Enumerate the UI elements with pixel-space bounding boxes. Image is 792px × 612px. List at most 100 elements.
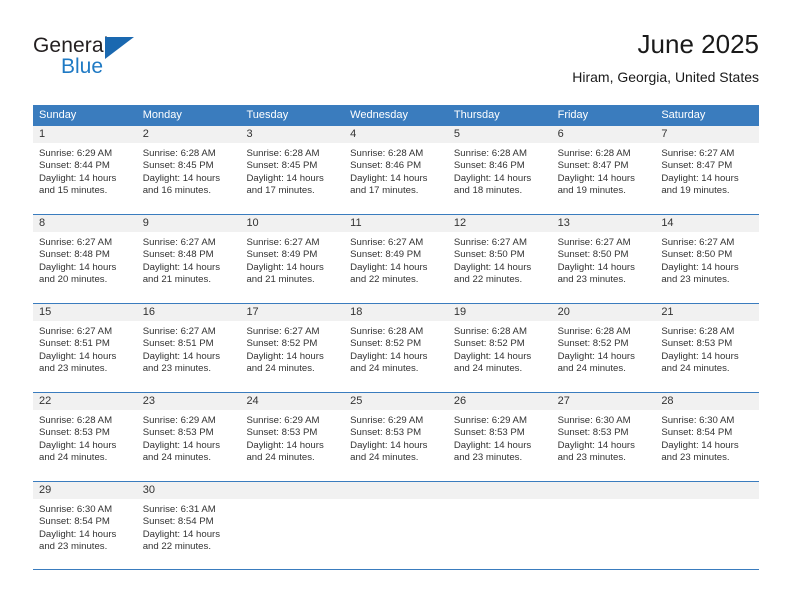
sunrise-text: Sunrise: 6:27 AM	[142, 326, 216, 337]
logo-triangle-icon	[105, 37, 134, 59]
day-cell[interactable]: 1 Sunrise: 6:29 AM Sunset: 8:44 PM Dayli…	[33, 126, 137, 214]
day-cell[interactable]: 23 Sunrise: 6:29 AM Sunset: 8:53 PM Dayl…	[136, 393, 241, 481]
daylight-text-line1: Daylight: 14 hours	[142, 350, 221, 362]
sunrise-text: Sunrise: 6:29 AM	[246, 415, 320, 426]
day-cell[interactable]: 7 Sunrise: 6:27 AM Sunset: 8:47 PM Dayli…	[655, 126, 760, 214]
day-cell[interactable]: 26 Sunrise: 6:29 AM Sunset: 8:53 PM Dayl…	[447, 393, 552, 481]
day-info: Sunrise: 6:27 AM Sunset: 8:52 PM Dayligh…	[240, 322, 344, 376]
day-cell[interactable]: 22 Sunrise: 6:28 AM Sunset: 8:53 PM Dayl…	[33, 393, 137, 481]
day-cell[interactable]: 13 Sunrise: 6:27 AM Sunset: 8:50 PM Dayl…	[551, 215, 656, 303]
daylight-text-line1: Daylight: 14 hours	[142, 528, 221, 540]
day-number-band: 21	[655, 304, 760, 322]
day-cell[interactable]: 28 Sunrise: 6:30 AM Sunset: 8:54 PM Dayl…	[655, 393, 760, 481]
sunrise-text: Sunrise: 6:27 AM	[246, 326, 320, 337]
day-number-band: 29	[33, 482, 137, 500]
day-number-band: 22	[33, 393, 137, 411]
daylight-text-line1: Daylight: 14 hours	[557, 350, 635, 362]
daylight-text-line1: Daylight: 14 hours	[246, 261, 324, 273]
day-number-band: 17	[240, 304, 345, 322]
sunrise-text: Sunrise: 6:27 AM	[39, 237, 113, 248]
daylight-text-line2: and 18 minutes.	[453, 185, 523, 197]
day-number-band: 18	[344, 304, 448, 322]
day-info: Sunrise: 6:31 AM Sunset: 8:54 PM Dayligh…	[137, 500, 241, 554]
daylight-text-line2: and 24 minutes.	[557, 363, 626, 375]
daylight-text-line2: and 17 minutes.	[246, 185, 315, 197]
day-number: 2	[142, 128, 149, 140]
day-cell[interactable]: 29 Sunrise: 6:30 AM Sunset: 8:54 PM Dayl…	[33, 482, 137, 569]
daylight-text-line2: and 24 minutes.	[453, 363, 523, 375]
sunrise-text: Sunrise: 6:28 AM	[557, 148, 631, 159]
day-cell[interactable]: 14 Sunrise: 6:27 AM Sunset: 8:50 PM Dayl…	[655, 215, 760, 303]
day-number-band: 13	[551, 215, 656, 233]
daylight-text-line2: and 22 minutes.	[453, 274, 523, 286]
day-cell[interactable]: 4 Sunrise: 6:28 AM Sunset: 8:46 PM Dayli…	[344, 126, 448, 214]
daylight-text-line1: Daylight: 14 hours	[39, 261, 117, 273]
day-cell[interactable]: 3 Sunrise: 6:28 AM Sunset: 8:45 PM Dayli…	[240, 126, 345, 214]
day-number-band: 11	[344, 215, 448, 233]
day-number: 21	[661, 306, 674, 318]
day-cell[interactable]: 5 Sunrise: 6:28 AM Sunset: 8:46 PM Dayli…	[447, 126, 552, 214]
day-cell[interactable]: 21 Sunrise: 6:28 AM Sunset: 8:53 PM Dayl…	[655, 304, 760, 392]
day-number-band: 5	[447, 126, 552, 144]
daylight-text-line2: and 23 minutes.	[39, 363, 108, 375]
day-number-band	[447, 482, 552, 500]
day-cell[interactable]: 6 Sunrise: 6:28 AM Sunset: 8:47 PM Dayli…	[551, 126, 656, 214]
day-number-band: 28	[655, 393, 760, 411]
sunrise-text: Sunrise: 6:28 AM	[350, 148, 424, 159]
sunset-text: Sunset: 8:50 PM	[661, 249, 733, 261]
day-info: Sunrise: 6:28 AM Sunset: 8:53 PM Dayligh…	[33, 411, 137, 465]
generalblue-logo[interactable]: General Blue	[33, 34, 183, 88]
sunrise-text: Sunrise: 6:27 AM	[557, 237, 631, 248]
day-number: 22	[39, 395, 52, 407]
sunrise-text: Sunrise: 6:28 AM	[39, 415, 113, 426]
page-subtitle-location: Hiram, Georgia, United States	[572, 69, 759, 85]
day-cell[interactable]: 10 Sunrise: 6:27 AM Sunset: 8:49 PM Dayl…	[240, 215, 345, 303]
day-cell[interactable]: 27 Sunrise: 6:30 AM Sunset: 8:53 PM Dayl…	[551, 393, 656, 481]
day-cell[interactable]: 9 Sunrise: 6:27 AM Sunset: 8:48 PM Dayli…	[136, 215, 241, 303]
day-cell[interactable]: 12 Sunrise: 6:27 AM Sunset: 8:50 PM Dayl…	[447, 215, 552, 303]
daylight-text-line1: Daylight: 14 hours	[246, 439, 324, 451]
day-cell[interactable]: 8 Sunrise: 6:27 AM Sunset: 8:48 PM Dayli…	[33, 215, 137, 303]
day-info: Sunrise: 6:28 AM Sunset: 8:47 PM Dayligh…	[552, 144, 656, 198]
weekday-header-friday: Friday	[557, 109, 589, 121]
sunrise-text: Sunrise: 6:28 AM	[350, 326, 424, 337]
sunset-text: Sunset: 8:54 PM	[39, 516, 110, 528]
day-cell[interactable]: 19 Sunrise: 6:28 AM Sunset: 8:52 PM Dayl…	[447, 304, 552, 392]
day-cell[interactable]: 17 Sunrise: 6:27 AM Sunset: 8:52 PM Dayl…	[240, 304, 345, 392]
day-cell[interactable]: 11 Sunrise: 6:27 AM Sunset: 8:49 PM Dayl…	[344, 215, 448, 303]
title-block: June 2025 Hiram, Georgia, United States	[572, 28, 759, 88]
daylight-text-line1: Daylight: 14 hours	[246, 172, 324, 184]
day-cell[interactable]: 25 Sunrise: 6:29 AM Sunset: 8:53 PM Dayl…	[344, 393, 448, 481]
day-info: Sunrise: 6:30 AM Sunset: 8:54 PM Dayligh…	[655, 411, 759, 465]
daylight-text-line1: Daylight: 14 hours	[246, 350, 324, 362]
daylight-text-line2: and 24 minutes.	[246, 452, 315, 464]
day-info: Sunrise: 6:28 AM Sunset: 8:46 PM Dayligh…	[448, 144, 552, 198]
calendar-week-row: 22 Sunrise: 6:28 AM Sunset: 8:53 PM Dayl…	[33, 392, 760, 481]
day-number: 6	[557, 128, 564, 140]
daylight-text-line2: and 24 minutes.	[142, 452, 211, 464]
day-cell[interactable]: 16 Sunrise: 6:27 AM Sunset: 8:51 PM Dayl…	[136, 304, 241, 392]
day-cell[interactable]: 18 Sunrise: 6:28 AM Sunset: 8:52 PM Dayl…	[344, 304, 448, 392]
sunrise-text: Sunrise: 6:28 AM	[142, 148, 216, 159]
calendar-grid: Sunday Monday Tuesday Wednesday Thursday…	[33, 105, 760, 570]
day-number: 12	[453, 217, 467, 229]
day-cell[interactable]: 15 Sunrise: 6:27 AM Sunset: 8:51 PM Dayl…	[33, 304, 137, 392]
daylight-text-line2: and 24 minutes.	[350, 452, 419, 464]
sunset-text: Sunset: 8:51 PM	[142, 338, 214, 350]
day-number: 14	[661, 217, 674, 229]
daylight-text-line2: and 23 minutes.	[142, 363, 211, 375]
daylight-text-line2: and 21 minutes.	[142, 274, 211, 286]
calendar-week-row: 1 Sunrise: 6:29 AM Sunset: 8:44 PM Dayli…	[33, 125, 760, 214]
day-number-band: 8	[33, 215, 137, 233]
sunset-text: Sunset: 8:48 PM	[142, 249, 214, 261]
day-number: 7	[661, 128, 668, 140]
weekday-header-thursday: Thursday	[453, 109, 500, 121]
day-cell[interactable]: 20 Sunrise: 6:28 AM Sunset: 8:52 PM Dayl…	[551, 304, 656, 392]
day-cell[interactable]: 24 Sunrise: 6:29 AM Sunset: 8:53 PM Dayl…	[240, 393, 345, 481]
sunset-text: Sunset: 8:53 PM	[453, 427, 525, 439]
day-cell[interactable]: 30 Sunrise: 6:31 AM Sunset: 8:54 PM Dayl…	[136, 482, 241, 569]
daylight-text-line2: and 23 minutes.	[661, 274, 730, 286]
daylight-text-line2: and 23 minutes.	[39, 541, 108, 553]
calendar-week-row: 29 Sunrise: 6:30 AM Sunset: 8:54 PM Dayl…	[33, 481, 760, 570]
day-cell[interactable]: 2 Sunrise: 6:28 AM Sunset: 8:45 PM Dayli…	[136, 126, 241, 214]
